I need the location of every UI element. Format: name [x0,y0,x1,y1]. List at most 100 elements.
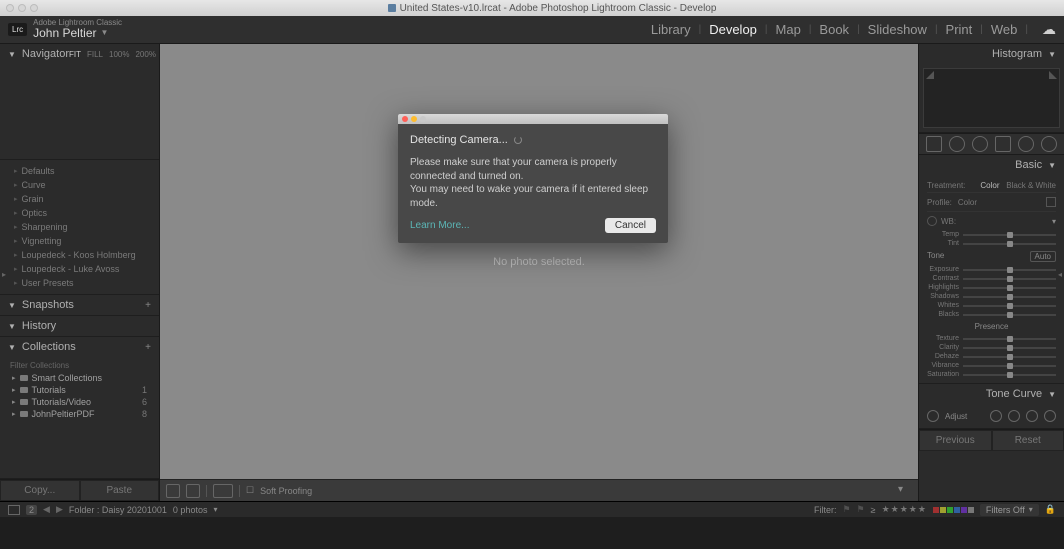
module-book[interactable]: Book [819,22,849,37]
slider-dehaze[interactable]: Dehaze [927,352,1056,361]
previous-button[interactable]: Previous [919,430,992,451]
toolbar-menu-icon[interactable]: ▾ [898,484,912,498]
module-map[interactable]: Map [776,22,801,37]
slider-vibrance[interactable]: Vibrance [927,361,1056,370]
preset-group[interactable]: Grain [0,192,159,206]
slider-clarity[interactable]: Clarity [927,343,1056,352]
auto-button[interactable]: Auto [1030,251,1056,262]
filter-lock-icon[interactable]: 🔒 [1045,504,1056,515]
slider-shadows[interactable]: Shadows [927,292,1056,301]
tone-curve-target-icon[interactable] [927,410,939,422]
slider-saturation[interactable]: Saturation [927,370,1056,379]
traffic-minimize-icon[interactable] [18,4,26,12]
preset-group[interactable]: Vignetting [0,234,159,248]
color-label-swatch[interactable] [961,507,967,513]
source-path[interactable]: Folder : Daisy 20201001 [69,505,167,515]
paste-button[interactable]: Paste [80,480,160,501]
preset-group[interactable]: Sharpening [0,220,159,234]
treatment-color[interactable]: Color [980,181,999,190]
collection-item[interactable]: ▸Smart Collections [0,372,159,384]
collections-header[interactable]: ▼ Collections + [0,337,159,357]
add-snapshot-icon[interactable]: + [145,300,151,311]
tc-b-icon[interactable] [1026,410,1038,422]
navigator-zoom[interactable]: FITFILL100%200% [69,50,156,59]
profile-value[interactable]: Color [958,198,977,207]
nav-back-icon[interactable]: ◀ [43,504,50,515]
slider-whites[interactable]: Whites [927,301,1056,310]
zoom-fill[interactable]: FILL [87,50,103,59]
spot-removal-icon[interactable] [949,136,965,152]
identity-plate[interactable]: John Peltier [33,27,96,40]
module-web[interactable]: Web [991,22,1018,37]
filters-toggle[interactable]: Filters Off ▾ [980,504,1039,516]
navigator-header[interactable]: ▼ Navigator FITFILL100%200% [0,44,159,64]
cancel-button[interactable]: Cancel [605,218,656,233]
module-slideshow[interactable]: Slideshow [868,22,927,37]
treatment-bw[interactable]: Black & White [1006,181,1056,190]
histogram-display[interactable] [923,68,1060,128]
collections-filter[interactable]: Filter Collections [0,359,159,372]
graduated-filter-icon[interactable] [995,136,1011,152]
slider-texture[interactable]: Texture [927,334,1056,343]
filmstrip[interactable] [0,517,1064,549]
snapshots-header[interactable]: ▼ Snapshots + [0,295,159,315]
loupe-view-icon[interactable] [166,484,180,498]
preset-group[interactable]: Defaults [0,164,159,178]
redeye-tool-icon[interactable] [972,136,988,152]
right-panel-toggle[interactable]: ◂ [1056,260,1064,290]
preset-group[interactable]: Loupedeck - Koos Holmberg [0,248,159,262]
collection-item[interactable]: ▸Tutorials/Video6 [0,396,159,408]
color-label-swatch[interactable] [947,507,953,513]
profile-browser-icon[interactable] [1046,197,1056,207]
color-label-swatch[interactable] [968,507,974,513]
slider-exposure[interactable]: Exposure [927,265,1056,274]
preset-group[interactable]: Optics [0,206,159,220]
adjustment-brush-icon[interactable] [1041,136,1057,152]
slider-contrast[interactable]: Contrast [927,274,1056,283]
preset-group[interactable]: Curve [0,178,159,192]
color-label-filter[interactable] [933,507,974,513]
source-menu-icon[interactable]: ▾ [213,505,217,514]
highlight-clip-icon[interactable] [1049,71,1057,79]
module-develop[interactable]: Develop [709,22,757,37]
learn-more-link[interactable]: Learn More... [410,220,469,231]
slider-highlights[interactable]: Highlights [927,283,1056,292]
secondary-display-icon[interactable] [8,505,20,515]
traffic-zoom-icon[interactable] [30,4,38,12]
module-library[interactable]: Library [651,22,691,37]
before-after-icon[interactable] [213,484,233,498]
preset-group[interactable]: User Presets [0,276,159,290]
left-panel-toggle[interactable]: ▸ [0,260,8,290]
wb-preset-menu[interactable]: ▾ [1052,217,1056,226]
wb-picker-icon[interactable] [927,216,937,226]
color-label-swatch[interactable] [940,507,946,513]
slider-tint[interactable]: Tint [927,239,1056,248]
copy-button[interactable]: Copy... [0,480,80,501]
flag-pick-icon[interactable]: ⚑ [842,504,850,515]
tone-curve-header[interactable]: Tone Curve ▼ [919,384,1064,404]
add-collection-icon[interactable]: + [145,342,151,353]
collection-item[interactable]: ▸Tutorials1 [0,384,159,396]
dialog-close-icon[interactable] [402,116,408,122]
slider-blacks[interactable]: Blacks [927,310,1056,319]
traffic-close-icon[interactable] [6,4,14,12]
histogram-header[interactable]: Histogram ▼ [919,44,1064,64]
color-label-swatch[interactable] [933,507,939,513]
collection-item[interactable]: ▸JohnPeltierPDF8 [0,408,159,420]
rating-filter[interactable]: ★★★★★ [882,504,927,515]
navigator-preview[interactable] [0,64,159,159]
tc-g-icon[interactable] [1008,410,1020,422]
slider-temp[interactable]: Temp [927,230,1056,239]
basic-header[interactable]: Basic ▼ [919,155,1064,175]
tc-all-icon[interactable] [1044,410,1056,422]
identity-menu-icon[interactable]: ▼ [101,29,109,38]
nav-fwd-icon[interactable]: ▶ [56,504,63,515]
history-header[interactable]: ▼ History [0,316,159,336]
shadow-clip-icon[interactable] [926,71,934,79]
zoom-100%[interactable]: 100% [109,50,129,59]
zoom-200%[interactable]: 200% [135,50,155,59]
compare-view-icon[interactable] [186,484,200,498]
radial-filter-icon[interactable] [1018,136,1034,152]
crop-tool-icon[interactable] [926,136,942,152]
tc-r-icon[interactable] [990,410,1002,422]
